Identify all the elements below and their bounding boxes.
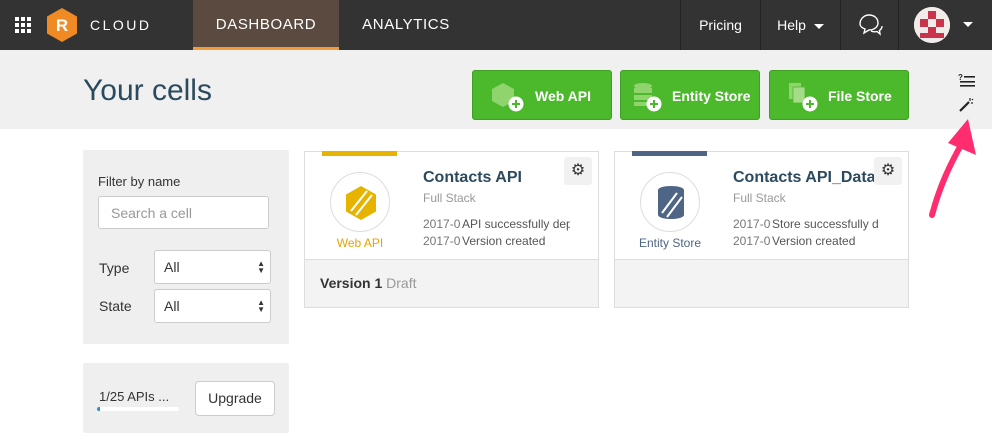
pricing-link[interactable]: Pricing [680,0,760,50]
chat-button[interactable] [840,0,898,50]
version-state: Draft [386,275,417,291]
card-log-entry: 2017-0 Version created [423,234,570,248]
help-label: Help [777,17,806,33]
entity-store-type-icon [640,172,700,232]
state-select[interactable]: All ▲ ▼ [154,289,271,323]
card-type-bar [632,151,707,156]
cell-card[interactable]: Entity Store Contacts API_Data Full Stac… [614,151,909,308]
tab-analytics[interactable]: ANALYTICS [339,0,473,50]
card-log-entry: 2017-0 API successfully dep [423,217,570,231]
state-label: State [99,298,132,314]
add-file-store-button[interactable]: File Store [769,70,909,120]
logo-letter: R [56,16,68,35]
filter-panel: Filter by name Type All ▲▼ State All ▲▼ [83,150,289,344]
svg-text:?: ? [958,73,963,82]
log-message: Version created [772,234,856,248]
user-menu[interactable] [898,0,992,50]
quota-text: 1/25 APIs ... [99,389,170,404]
magic-wand-icon[interactable] [958,97,974,113]
log-date: 2017-0 [733,217,771,231]
quota-progress-fill [97,407,101,411]
log-date: 2017-0 [423,217,461,231]
type-select[interactable]: All ▲ ▼ [154,250,271,284]
card-log-entry: 2017-0 Version created [733,234,880,248]
files-add-icon [789,83,818,112]
avatar[interactable] [914,7,950,43]
select-arrows-icon: ▲ ▼ [257,259,265,275]
hexagon-icon [346,186,376,220]
card-footer: Version 1 Draft [305,259,598,307]
help-menu[interactable]: Help [760,0,840,50]
search-input[interactable] [98,196,269,229]
tab-dashboard[interactable]: DASHBOARD [193,0,339,50]
database-add-icon [634,83,662,112]
card-footer [615,259,908,307]
web-api-type-icon [330,172,390,232]
annotation-arrow-icon [929,119,976,218]
state-select-value: All [164,298,180,314]
log-date: 2017-0 [423,234,461,248]
card-type-bar [322,151,397,156]
version-label: Version 1 [320,275,383,291]
database-icon [658,186,684,219]
settings-gear-icon[interactable]: ⚙ [874,157,902,185]
card-stack: Full Stack [733,191,786,205]
chevron-down-icon [813,23,824,29]
log-message: API successfully dep [462,217,570,231]
help-list-icon[interactable]: ? [958,73,976,89]
brand-name: CLOUD [90,17,152,33]
add-entity-store-button[interactable]: Entity Store [620,70,760,120]
card-log-entry: 2017-0 Store successfully d [733,217,880,231]
chat-bubbles-icon [858,14,883,36]
chevron-down-icon [963,22,973,27]
card-title[interactable]: Contacts API_Data [733,169,878,187]
log-message: Store successfully d [772,217,879,231]
quota-panel: 1/25 APIs ... Upgrade [83,363,289,433]
web-api-add-icon [492,83,524,112]
apps-grid-icon[interactable] [15,17,31,33]
filter-by-name-label: Filter by name [98,174,181,189]
top-navbar: R CLOUD DASHBOARD ANALYTICS Pricing Help [0,0,992,50]
cell-card[interactable]: Web API Contacts API Full Stack 2017-0 AP… [304,151,599,308]
upgrade-button[interactable]: Upgrade [195,381,275,416]
page-title: Your cells [83,74,212,107]
card-type-name: Web API [336,236,384,250]
card-type-name: Entity Store [638,236,702,250]
log-date: 2017-0 [733,234,771,248]
type-select-value: All [164,259,180,275]
card-title[interactable]: Contacts API [423,169,522,187]
logo-icon[interactable]: R [46,7,78,43]
card-version: Version 1 Draft [320,275,417,291]
add-web-api-button[interactable]: Web API [472,70,612,120]
select-arrows-icon: ▲ ▼ [257,298,265,314]
avatar-pattern-icon [914,7,950,43]
settings-gear-icon[interactable]: ⚙ [564,157,592,185]
card-stack: Full Stack [423,191,476,205]
type-label: Type [99,260,130,276]
quota-progress-bar [97,407,179,411]
web-api-label: Web API [535,88,592,104]
entity-store-label: Entity Store [672,88,751,104]
file-store-label: File Store [828,88,892,104]
log-message: Version created [462,234,546,248]
